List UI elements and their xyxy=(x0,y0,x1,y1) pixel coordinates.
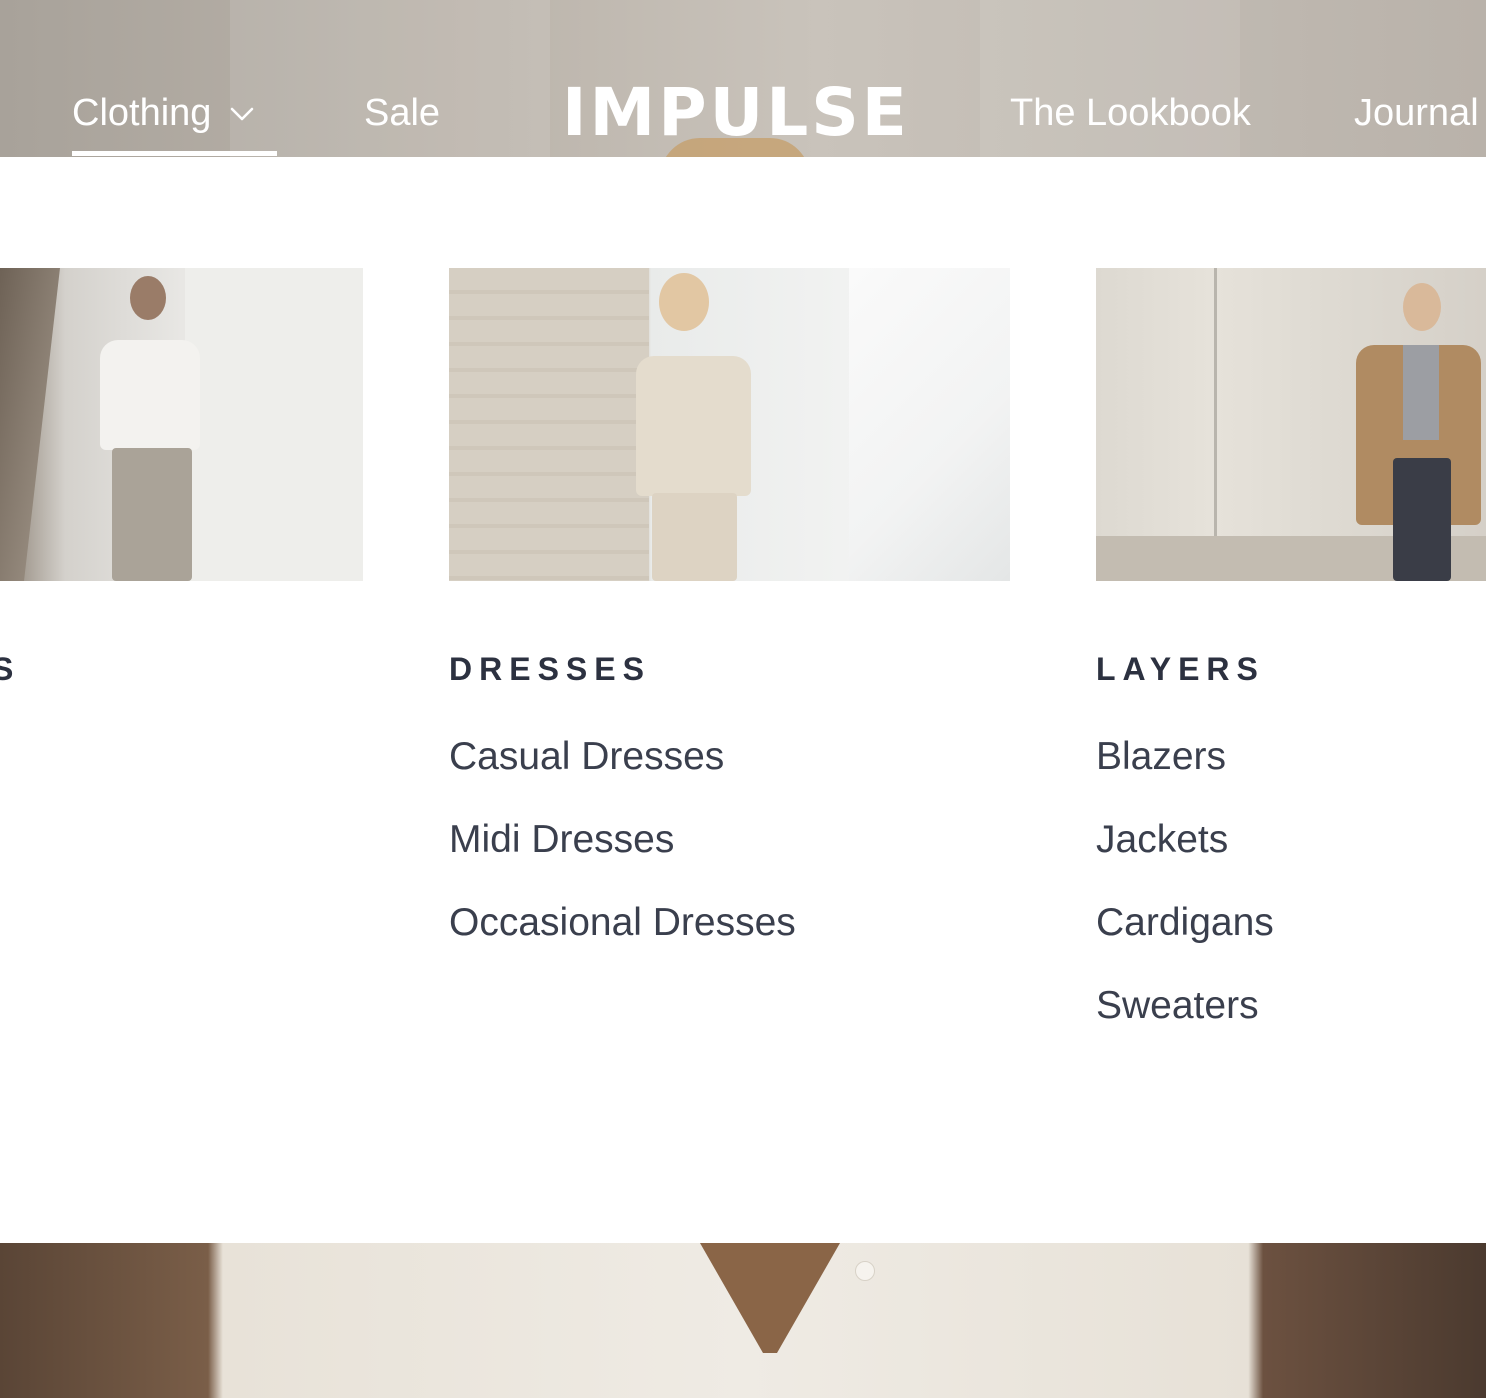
menu-category-title[interactable]: S xyxy=(0,651,20,688)
menu-link-jackets[interactable]: Jackets xyxy=(1096,818,1228,862)
nav-clothing[interactable]: Clothing xyxy=(72,92,255,135)
category-image-dresses[interactable] xyxy=(449,268,1010,581)
category-image-tops[interactable] xyxy=(0,268,363,581)
nav-journal[interactable]: Journal xyxy=(1354,92,1479,135)
menu-link-blazers[interactable]: Blazers xyxy=(1096,735,1226,779)
nav-clothing-label: Clothing xyxy=(72,92,212,134)
menu-category-title-layers[interactable]: LAYERS xyxy=(1096,651,1265,688)
menu-link-occasional-dresses[interactable]: Occasional Dresses xyxy=(449,901,796,945)
site-header: Clothing Sale IMPULSE The Lookbook Journ… xyxy=(0,0,1486,157)
shirt-button xyxy=(855,1261,875,1281)
site-logo[interactable]: IMPULSE xyxy=(562,74,910,151)
chevron-down-icon xyxy=(231,107,254,120)
mega-menu-panel: S DRESSES LAYERS Casual Dresses Midi Dre… xyxy=(0,157,1486,1243)
hero-image xyxy=(0,1243,1486,1398)
nav-sale[interactable]: Sale xyxy=(364,92,440,135)
nav-lookbook[interactable]: The Lookbook xyxy=(1010,92,1251,135)
menu-link-midi-dresses[interactable]: Midi Dresses xyxy=(449,818,674,862)
menu-category-title-dresses[interactable]: DRESSES xyxy=(449,651,651,688)
nav-active-underline xyxy=(72,151,277,156)
menu-link-sweaters[interactable]: Sweaters xyxy=(1096,984,1259,1028)
category-image-layers[interactable] xyxy=(1096,268,1486,581)
menu-link-casual-dresses[interactable]: Casual Dresses xyxy=(449,735,724,779)
hero-model-neck xyxy=(700,1243,840,1353)
menu-link-cardigans[interactable]: Cardigans xyxy=(1096,901,1274,945)
